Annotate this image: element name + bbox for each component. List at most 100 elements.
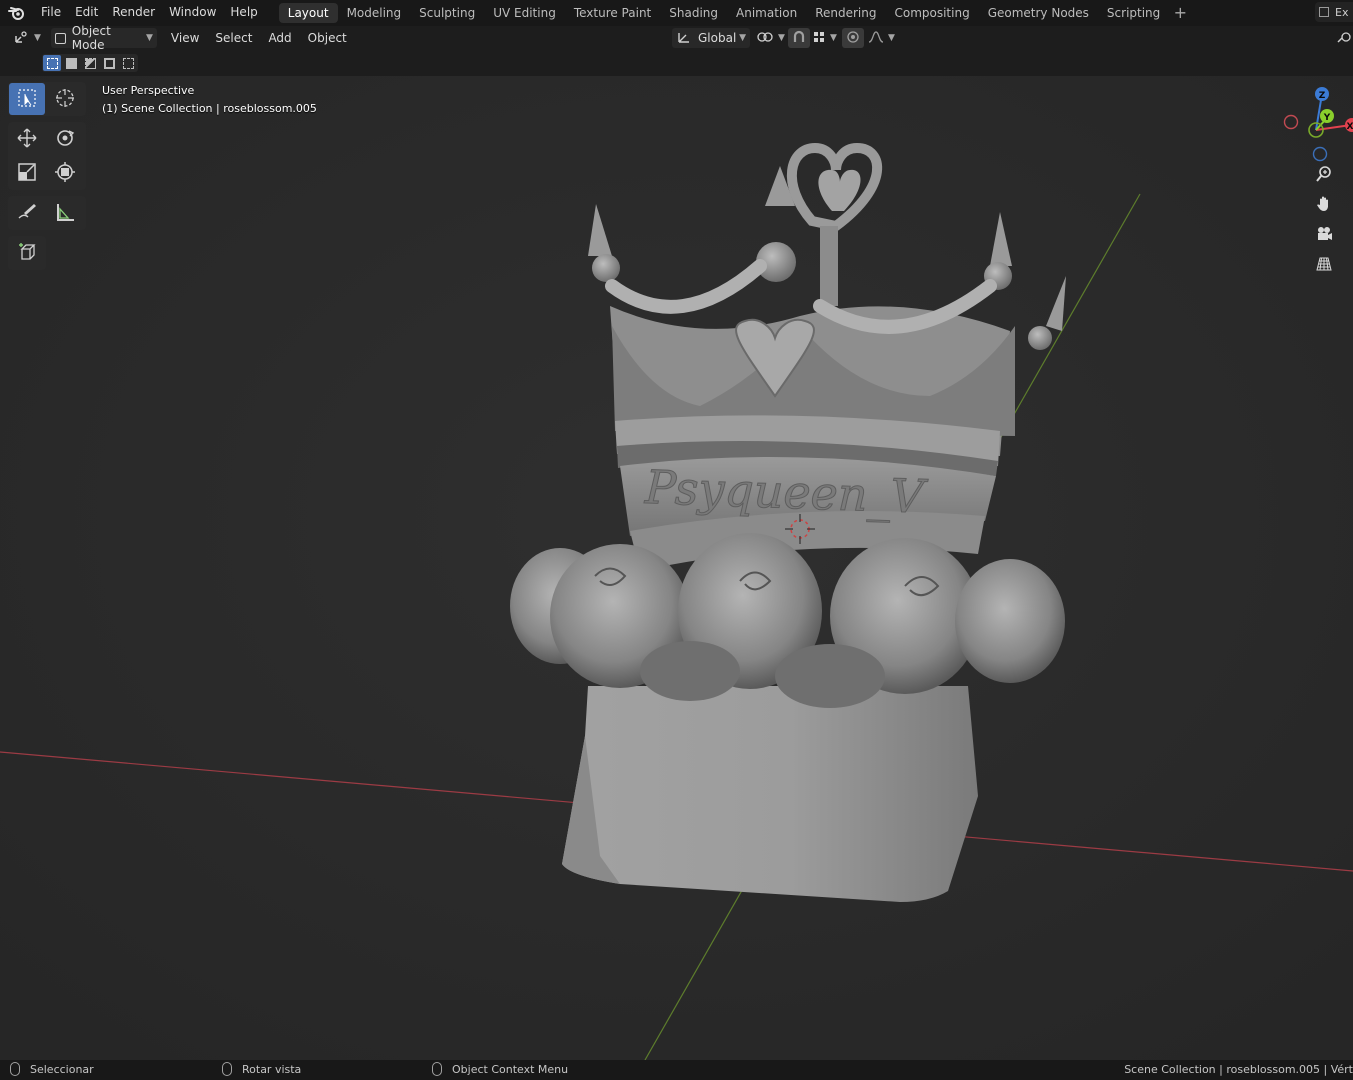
camera-icon: [1315, 225, 1333, 246]
measure-ruler-icon: [54, 201, 76, 226]
pivot-point-dropdown[interactable]: ▼: [752, 28, 789, 48]
transform-icon: [54, 161, 76, 186]
tool-annotate[interactable]: [9, 197, 45, 229]
menu-add[interactable]: Add: [260, 31, 299, 45]
model-engraving-text: Psyqueen_V: [643, 460, 929, 524]
proportional-edit-icon: [846, 30, 860, 47]
status-middle-label: Rotar vista: [242, 1062, 302, 1076]
tab-geometry-nodes[interactable]: Geometry Nodes: [979, 3, 1098, 23]
select-new-button[interactable]: [43, 55, 61, 71]
tool-group-select: [8, 82, 86, 116]
tab-rendering[interactable]: Rendering: [806, 3, 885, 23]
tab-scripting[interactable]: Scripting: [1098, 3, 1169, 23]
crown-keycap-model[interactable]: Psyqueen_V: [0, 76, 1353, 1060]
scale-icon: [16, 161, 38, 186]
tool-shelf: [8, 82, 86, 276]
tool-cursor[interactable]: [47, 83, 83, 115]
select-extend-button[interactable]: [62, 55, 80, 71]
proportional-edit-toggle[interactable]: [842, 28, 864, 48]
tool-scale[interactable]: [9, 157, 45, 189]
scene-selector[interactable]: Ex: [1315, 2, 1353, 22]
perspective-toggle-button[interactable]: [1311, 254, 1337, 276]
tab-compositing[interactable]: Compositing: [885, 3, 978, 23]
tab-layout[interactable]: Layout: [278, 3, 338, 23]
navigation-gizmo[interactable]: Z Y X: [1263, 76, 1353, 176]
select-intersect-icon: [122, 57, 134, 69]
menu-object[interactable]: Object: [300, 31, 355, 45]
menu-view[interactable]: View: [163, 31, 207, 45]
zoom-magnifier-icon: [1315, 165, 1333, 186]
select-new-icon: [46, 57, 58, 69]
tab-uv-editing[interactable]: UV Editing: [484, 3, 565, 23]
chevron-down-icon: ▼: [739, 33, 746, 43]
status-middle-click: Rotar vista: [222, 1062, 301, 1076]
pan-button[interactable]: [1311, 194, 1337, 216]
hand-icon: [1315, 195, 1333, 216]
viewport-collection-label: (1) Scene Collection | roseblossom.005: [102, 102, 317, 115]
select-intersect-button[interactable]: [119, 55, 137, 71]
editor-type-button[interactable]: ▼: [10, 28, 45, 48]
viewport-perspective-label: User Perspective: [102, 84, 195, 97]
object-mode-icon: [54, 32, 66, 44]
scene-icon: [1319, 7, 1329, 17]
gizmo-neg-x-icon: [1283, 114, 1299, 130]
viewport-nav-buttons: [1311, 164, 1337, 276]
add-workspace-button[interactable]: +: [1169, 3, 1191, 23]
select-invert-icon: [103, 57, 115, 69]
annotate-pencil-icon: [16, 201, 38, 226]
menu-window[interactable]: Window: [162, 0, 223, 26]
menu-render[interactable]: Render: [105, 0, 162, 26]
select-subtract-button[interactable]: [81, 55, 99, 71]
tool-rotate[interactable]: [47, 123, 83, 155]
status-right-click: Object Context Menu: [432, 1062, 568, 1076]
object-mode-label: Object Mode: [71, 24, 111, 52]
select-invert-button[interactable]: [100, 55, 118, 71]
falloff-curve-icon: [868, 30, 884, 47]
menu-help[interactable]: Help: [223, 0, 264, 26]
menu-file[interactable]: File: [34, 0, 68, 26]
add-cube-icon: [16, 241, 38, 266]
3d-viewport[interactable]: Psyqueen_V User Perspective (1) Scene Co…: [0, 76, 1353, 1060]
mouse-middle-icon: [222, 1062, 232, 1076]
blender-logo-icon[interactable]: [0, 0, 34, 26]
chevron-down-icon: ▼: [888, 33, 895, 43]
cursor-icon: [54, 87, 76, 112]
object-mode-dropdown[interactable]: Object Mode ▼: [50, 24, 157, 52]
select-subtract-icon: [84, 57, 96, 69]
viewport-options-button[interactable]: [1332, 28, 1353, 48]
chevron-down-icon: ▼: [34, 33, 41, 43]
tool-add-cube[interactable]: [9, 237, 45, 269]
tab-sculpting[interactable]: Sculpting: [410, 3, 484, 23]
snap-toggle[interactable]: [788, 28, 810, 48]
rotate-icon: [54, 127, 76, 152]
snap-target-dropdown[interactable]: ▼: [808, 28, 841, 48]
zoom-button[interactable]: [1311, 164, 1337, 186]
camera-view-button[interactable]: [1311, 224, 1337, 246]
top-menu-bar: File Edit Render Window Help Layout Mode…: [0, 0, 1353, 26]
3d-viewport-icon: [14, 30, 30, 47]
gizmo-neg-z-icon: [1312, 146, 1328, 162]
tool-group-transform: [8, 122, 86, 190]
move-icon: [16, 127, 38, 152]
tool-measure[interactable]: [47, 197, 83, 229]
pivot-icon: [756, 30, 774, 47]
tab-shading[interactable]: Shading: [660, 3, 727, 23]
selection-mode-group: [42, 54, 138, 72]
tab-texture-paint[interactable]: Texture Paint: [565, 3, 660, 23]
transform-orientation-dropdown[interactable]: Global ▼: [672, 28, 750, 48]
magnet-icon: [792, 30, 806, 47]
workspace-tabs: Layout Modeling Sculpting UV Editing Tex…: [278, 0, 1192, 26]
grid-perspective-icon: [1315, 255, 1333, 276]
mouse-left-icon: [10, 1062, 20, 1076]
status-left-label: Seleccionar: [30, 1062, 94, 1076]
tool-group-add: [8, 236, 46, 270]
falloff-dropdown[interactable]: ▼: [864, 28, 899, 48]
tab-animation[interactable]: Animation: [727, 3, 806, 23]
tool-move[interactable]: [9, 123, 45, 155]
menu-select[interactable]: Select: [207, 31, 260, 45]
tool-select-box[interactable]: [9, 83, 45, 115]
tab-modeling[interactable]: Modeling: [338, 3, 411, 23]
tool-transform[interactable]: [47, 157, 83, 189]
gizmo-x-label: X: [1347, 122, 1353, 132]
menu-edit[interactable]: Edit: [68, 0, 105, 26]
